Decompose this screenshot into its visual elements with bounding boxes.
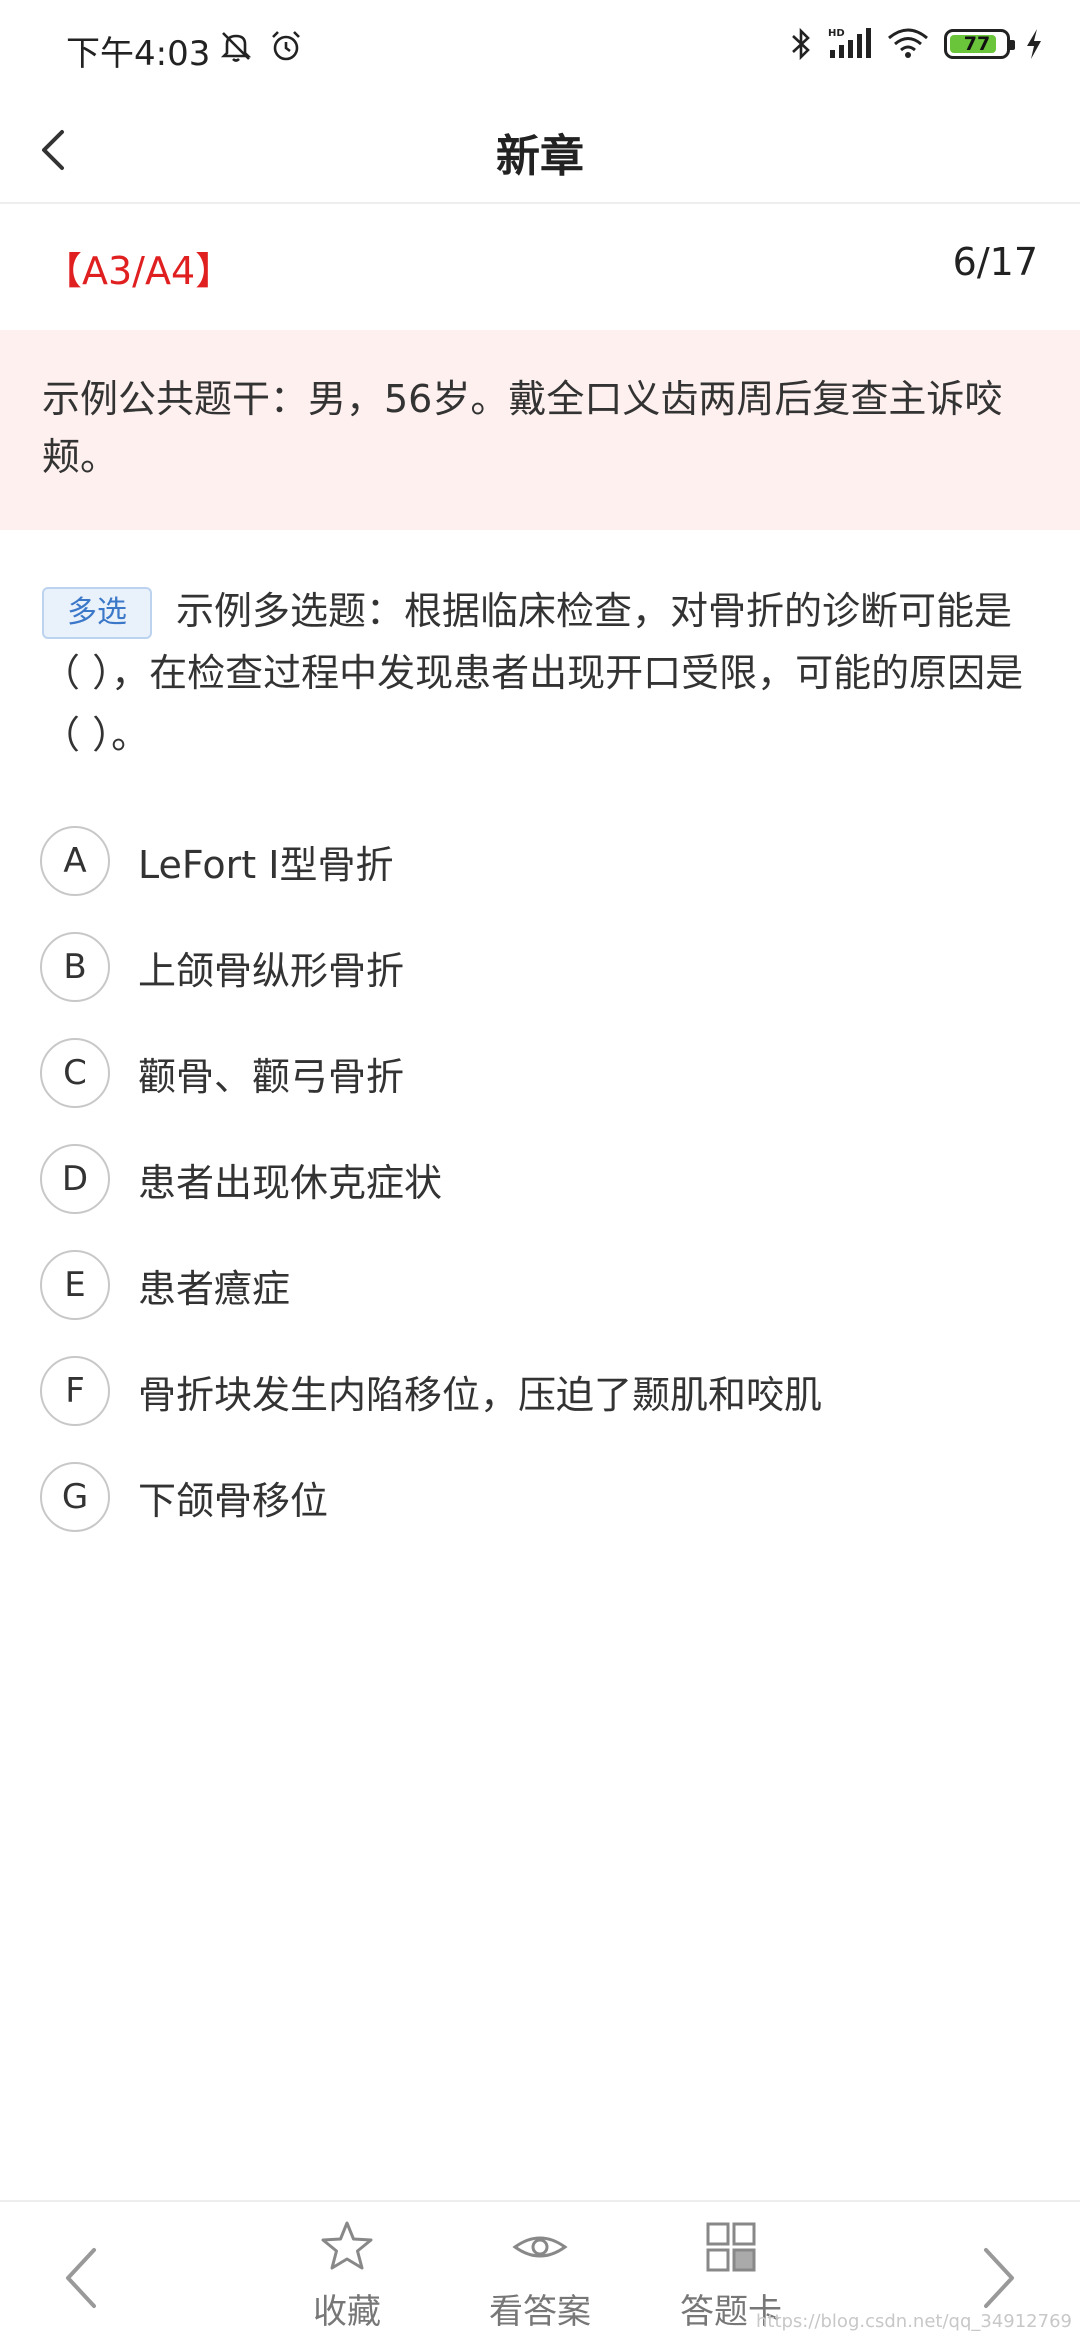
- signal-hd-icon: HD: [828, 28, 871, 58]
- option-text: 颧骨、颧弓骨折: [138, 1054, 405, 1099]
- grid-icon: [706, 2222, 756, 2272]
- question-meta-row: 【A3/A4】 6/17: [0, 204, 1080, 328]
- option-letter: E: [40, 1250, 110, 1320]
- bottom-toolbar: 收藏 看答案 答题卡 https://blog.csdn.net/qq_3491…: [0, 2200, 1080, 2340]
- mute-icon: [220, 32, 252, 62]
- charging-icon: [1027, 29, 1041, 59]
- status-right-icons: HD 77: [788, 26, 1044, 62]
- option-letter: C: [40, 1038, 110, 1108]
- app-header: 新章: [0, 100, 1080, 204]
- option-text: 患者癔症: [138, 1266, 291, 1311]
- star-icon: [321, 2221, 373, 2270]
- option-a[interactable]: A LeFort I型骨折: [40, 826, 1040, 896]
- option-letter: D: [40, 1144, 110, 1214]
- battery-level: 77: [963, 33, 991, 55]
- view-answer-button[interactable]: 看答案: [465, 2216, 615, 2333]
- common-stem-text: 示例公共题干：男，56岁。戴全口义齿两周后复查主诉咬颊。: [42, 377, 1003, 479]
- common-stem: 示例公共题干：男，56岁。戴全口义齿两周后复查主诉咬颊。: [0, 330, 1080, 530]
- option-text: 骨折块发生内陷移位，压迫了颞肌和咬肌: [138, 1372, 823, 1417]
- status-bar: 下午4:03 HD 77: [0, 0, 1080, 100]
- option-c[interactable]: C 颧骨、颧弓骨折: [40, 1038, 1040, 1108]
- status-time: 下午4:03: [66, 34, 211, 74]
- option-b[interactable]: B 上颌骨纵形骨折: [40, 932, 1040, 1002]
- multi-select-tag: 多选: [42, 587, 152, 639]
- options-list: A LeFort I型骨折 B 上颌骨纵形骨折 C 颧骨、颧弓骨折 D 患者出现…: [40, 826, 1040, 1568]
- option-letter: A: [40, 826, 110, 896]
- battery-icon: 77: [944, 29, 1015, 59]
- bluetooth-icon: [792, 27, 810, 61]
- option-e[interactable]: E 患者癔症: [40, 1250, 1040, 1320]
- favorite-button[interactable]: 收藏: [272, 2216, 422, 2333]
- question-progress: 6/17: [952, 240, 1038, 284]
- option-text: LeFort I型骨折: [138, 842, 394, 887]
- chevron-right-icon: [984, 2248, 1014, 2308]
- option-f[interactable]: F 骨折块发生内陷移位，压迫了颞肌和咬肌: [40, 1356, 1040, 1426]
- option-d[interactable]: D 患者出现休克症状: [40, 1144, 1040, 1214]
- option-text: 下颌骨移位: [138, 1478, 329, 1523]
- svg-text:HD: HD: [828, 28, 845, 39]
- view-answer-label: 看答案: [489, 2292, 591, 2332]
- option-g[interactable]: G 下颌骨移位: [40, 1462, 1040, 1532]
- question-text: 示例多选题：根据临床检查，对骨折的诊断可能是（ ），在检查过程中发现患者出现开口…: [42, 589, 1024, 757]
- alarm-icon: [272, 31, 300, 61]
- option-text: 上颌骨纵形骨折: [138, 948, 405, 993]
- option-letter: F: [40, 1356, 110, 1426]
- option-letter: B: [40, 932, 110, 1002]
- status-left-icons: [218, 28, 304, 64]
- eye-icon: [512, 2236, 568, 2258]
- question-type-label: 【A3/A4】: [44, 249, 234, 293]
- question-body: 多选 示例多选题：根据临床检查，对骨折的诊断可能是（ ），在检查过程中发现患者出现…: [42, 580, 1042, 766]
- page-title: 新章: [496, 131, 584, 182]
- chevron-left-icon: [66, 2248, 96, 2308]
- option-text: 患者出现休克症状: [138, 1160, 443, 1205]
- watermark: https://blog.csdn.net/qq_34912769: [755, 2311, 1072, 2332]
- previous-question-button[interactable]: [54, 2240, 110, 2316]
- favorite-label: 收藏: [313, 2292, 381, 2332]
- next-question-button[interactable]: [970, 2240, 1026, 2316]
- option-letter: G: [40, 1462, 110, 1532]
- wifi-icon: [888, 28, 928, 58]
